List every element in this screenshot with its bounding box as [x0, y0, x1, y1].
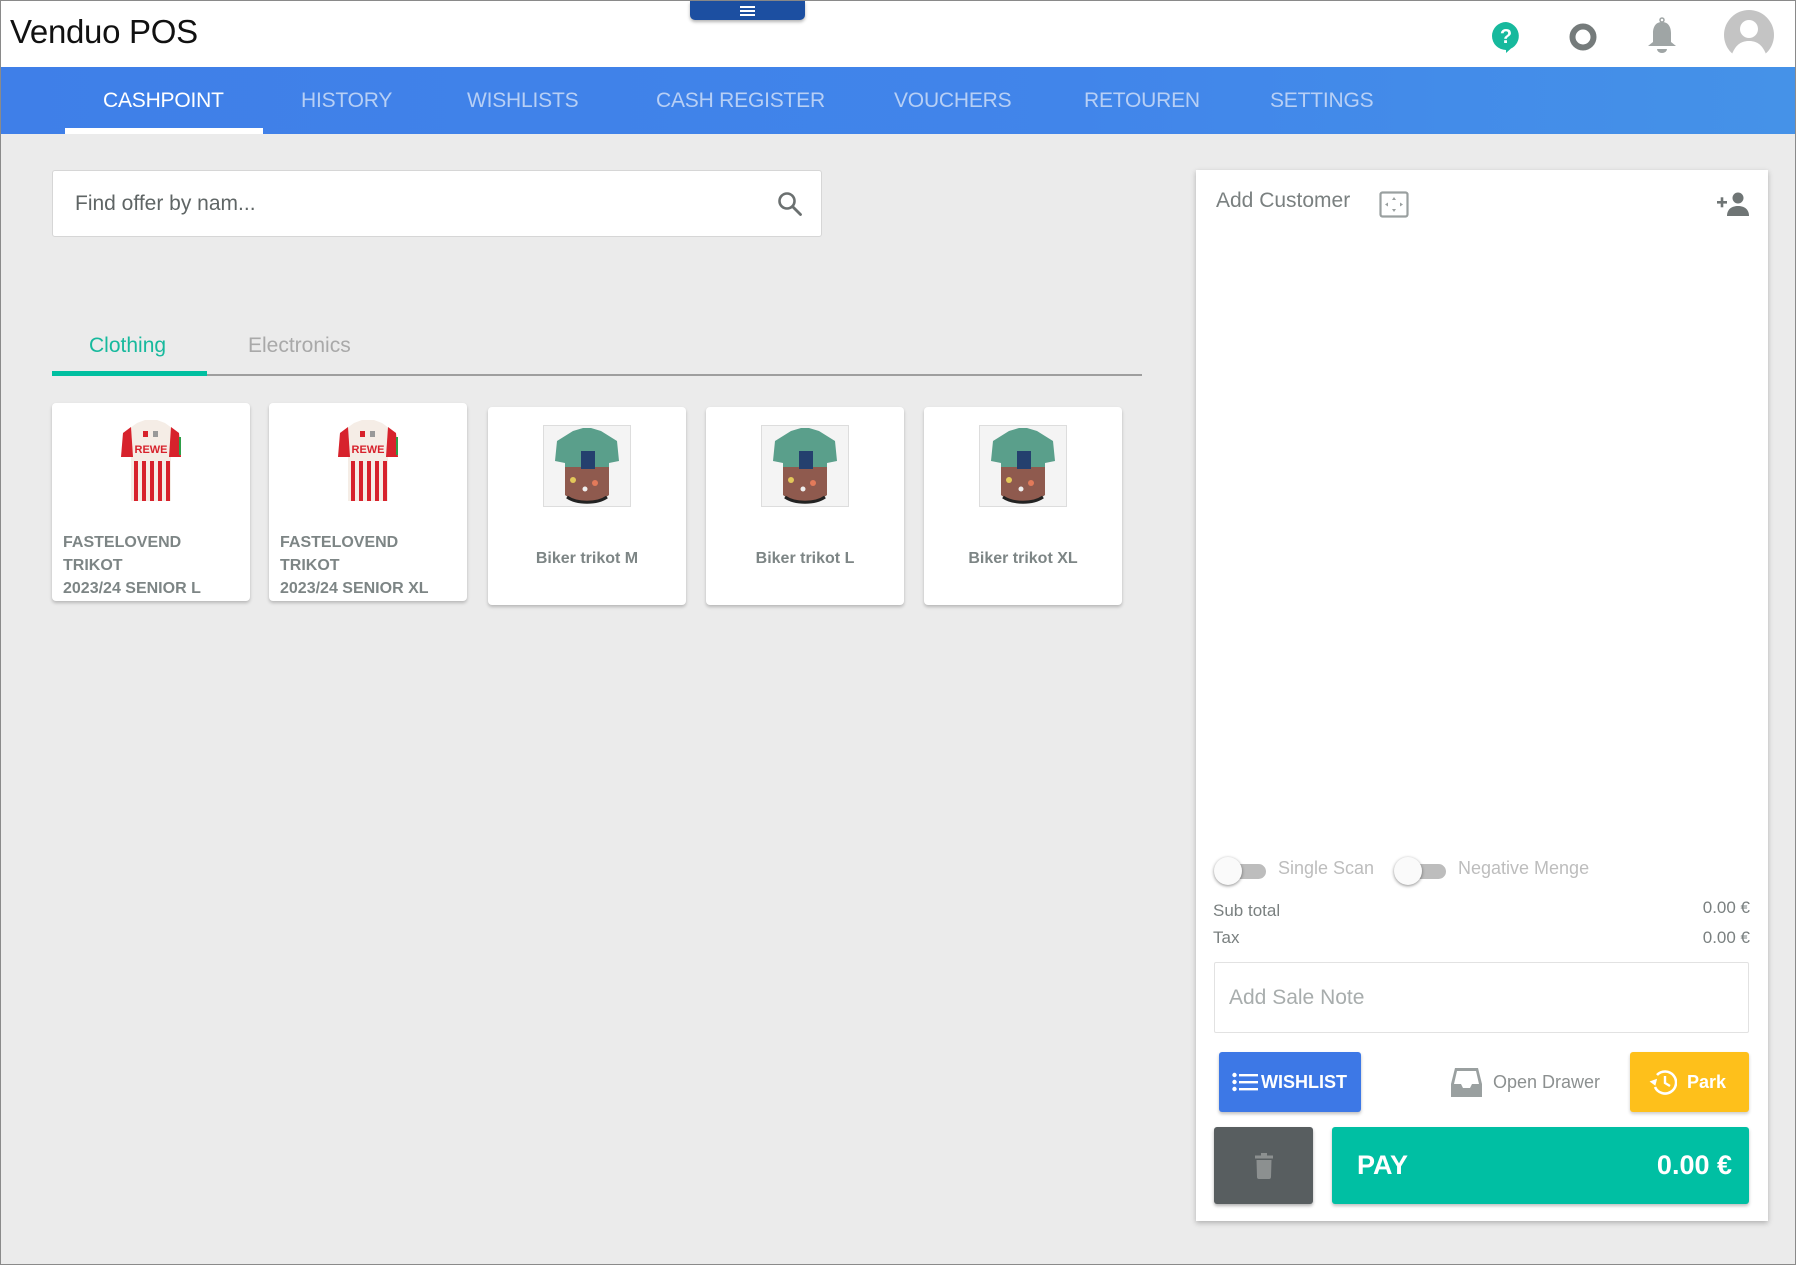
main-nav: CASHPOINT HISTORY WISHLISTS CASH REGISTE… — [1, 67, 1795, 134]
svg-text:REWE: REWE — [352, 444, 385, 456]
help-icon[interactable]: ? — [1491, 21, 1521, 54]
hamburger-icon — [740, 5, 755, 16]
nav-tab-history[interactable]: HISTORY — [301, 67, 392, 134]
tax-label: Tax — [1213, 928, 1240, 947]
product-card[interactable]: Biker trikot M — [488, 407, 686, 605]
clear-cart-button[interactable] — [1214, 1127, 1313, 1204]
category-tabs-divider — [52, 374, 1142, 376]
football-jersey-image: REWE — [107, 417, 195, 503]
negative-menge-label: Negative Menge — [1458, 858, 1590, 878]
list-icon — [1232, 1072, 1258, 1092]
menu-toggle-button[interactable] — [690, 1, 805, 20]
nav-tab-wishlists[interactable]: WISHLISTS — [467, 67, 579, 134]
nav-tab-settings[interactable]: SETTINGS — [1270, 67, 1374, 134]
status-ring-icon[interactable] — [1568, 23, 1598, 51]
cycling-jersey-image — [543, 425, 631, 511]
product-name: Biker trikot XL — [968, 550, 1078, 567]
trash-icon — [1254, 1152, 1273, 1179]
offer-search-input[interactable] — [75, 171, 755, 236]
nav-tab-retouren[interactable]: RETOUREN — [1084, 67, 1200, 134]
pay-amount: 0.00 € — [1656, 1150, 1732, 1180]
open-drawer-button[interactable]: Open Drawer — [1450, 1052, 1610, 1112]
nav-tab-cashpoint[interactable]: CASHPOINT — [103, 67, 224, 134]
add-customer-icon[interactable] — [1717, 192, 1749, 216]
negative-menge-toggle[interactable] — [1394, 857, 1446, 885]
single-scan-toggle[interactable] — [1214, 857, 1266, 885]
category-tab-clothing[interactable]: Clothing — [89, 321, 166, 371]
history-icon — [1649, 1070, 1677, 1095]
sale-note-box — [1214, 962, 1749, 1033]
drawer-icon — [1451, 1067, 1482, 1097]
cycling-jersey-image — [761, 425, 849, 511]
product-card[interactable]: REWE FASTELOVEND TRIKOT 2023/24 SENIOR L — [52, 403, 250, 601]
product-name: FASTELOVEND TRIKOT 2023/24 SENIOR XL — [280, 534, 429, 597]
subtotal-label: Sub total — [1213, 901, 1281, 920]
category-tabs: Clothing Electronics — [52, 321, 1142, 376]
app-title: Venduo POS — [10, 13, 198, 50]
product-name: Biker trikot L — [755, 550, 855, 567]
pay-label: PAY — [1357, 1150, 1409, 1180]
sale-note-input[interactable] — [1229, 963, 1729, 1032]
tax-value: 0.00 € — [1702, 928, 1750, 947]
football-jersey-image: REWE — [324, 417, 412, 503]
product-card[interactable]: Biker trikot L — [706, 407, 904, 605]
product-card[interactable]: Biker trikot XL — [924, 407, 1122, 605]
scan-customer-icon[interactable] — [1379, 191, 1409, 218]
subtotal-value: 0.00 € — [1702, 898, 1750, 917]
cycling-jersey-image — [979, 425, 1067, 511]
user-avatar-icon[interactable] — [1724, 10, 1774, 54]
notification-bell-icon[interactable] — [1646, 17, 1678, 54]
park-button[interactable]: Park — [1630, 1052, 1749, 1112]
active-category-indicator — [52, 371, 207, 376]
nav-tab-vouchers[interactable]: VOUCHERS — [894, 67, 1012, 134]
active-tab-indicator — [65, 128, 263, 134]
svg-text:?: ? — [1500, 26, 1512, 48]
category-tab-electronics[interactable]: Electronics — [248, 321, 351, 371]
product-card[interactable]: REWE FASTELOVEND TRIKOT 2023/24 SENIOR X… — [269, 403, 467, 601]
search-icon[interactable] — [777, 191, 803, 217]
svg-text:REWE: REWE — [135, 444, 168, 456]
cart-panel: Add Customer Single Scan Negative Menge … — [1196, 170, 1768, 1221]
app-header: Venduo POS ? — [1, 1, 1795, 67]
wishlist-button[interactable]: WISHLIST — [1219, 1052, 1361, 1112]
product-name: Biker trikot M — [535, 550, 639, 567]
single-scan-label: Single Scan — [1278, 858, 1375, 878]
add-customer-label[interactable]: Add Customer — [1216, 189, 1350, 213]
offer-search-box — [52, 170, 822, 237]
product-name: FASTELOVEND TRIKOT 2023/24 SENIOR L — [63, 534, 201, 597]
nav-tab-cash-register[interactable]: CASH REGISTER — [656, 67, 825, 134]
pay-button[interactable]: PAY 0.00 € — [1332, 1127, 1749, 1204]
